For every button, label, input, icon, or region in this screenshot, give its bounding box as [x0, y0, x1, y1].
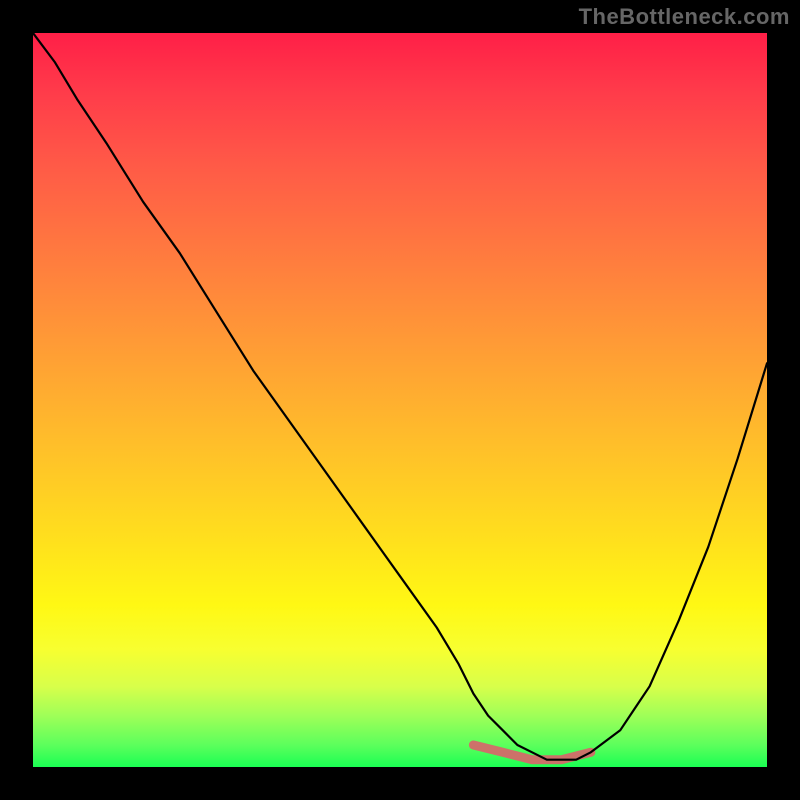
watermark-label: TheBottleneck.com	[579, 4, 790, 30]
bottleneck-curve	[33, 33, 767, 760]
plot-area	[33, 33, 767, 767]
chart-frame: TheBottleneck.com	[0, 0, 800, 800]
curve-svg	[33, 33, 767, 767]
